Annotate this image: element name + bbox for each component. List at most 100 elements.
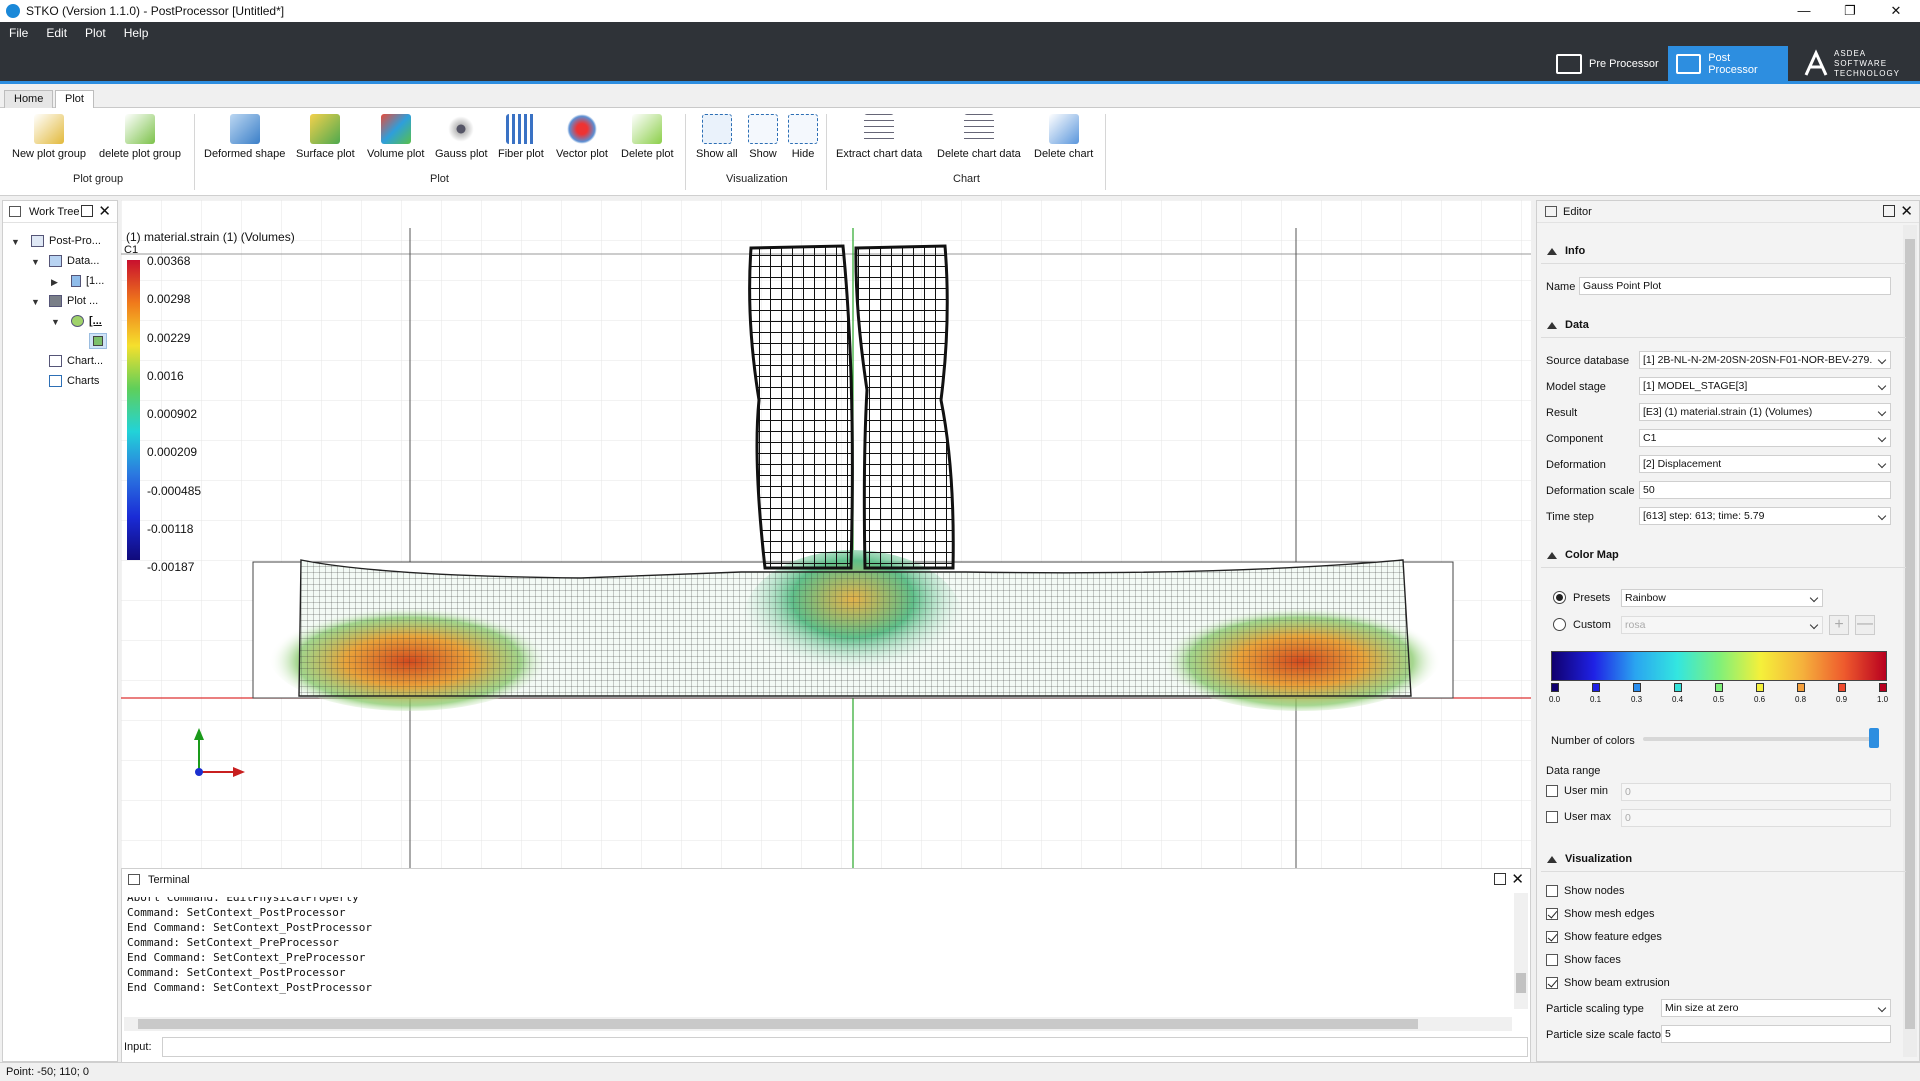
- source-database-select[interactable]: [1] 2B-NL-N-2M-20SN-20SN-F01-NOR-BEV-279…: [1639, 351, 1891, 369]
- show-beam-extrusion-checkbox[interactable]: Show beam extrusion: [1546, 977, 1670, 989]
- close-panel-icon[interactable]: ✕: [98, 201, 111, 223]
- add-colormap-button[interactable]: +: [1829, 615, 1849, 635]
- work-tree-panel: Work Tree ✕ ▼ Post-Pro... ▼ Data... ▶ [1…: [2, 200, 118, 1062]
- terminal-horizontal-scrollbar[interactable]: [124, 1017, 1512, 1031]
- show-nodes-checkbox[interactable]: Show nodes: [1546, 885, 1625, 897]
- extract-chart-data-button[interactable]: Extract chart data: [836, 114, 922, 160]
- user-min-input[interactable]: 0: [1621, 783, 1891, 801]
- tree-item-database-1[interactable]: [1...: [71, 275, 104, 287]
- colormap-stop-marker[interactable]: [1551, 683, 1559, 692]
- delete-chart-button[interactable]: Delete chart: [1034, 114, 1093, 160]
- tree-item-data[interactable]: Data...: [49, 255, 99, 267]
- brand-logo: ASDEA SOFTWARE TECHNOLOGY: [1802, 48, 1912, 80]
- close-window-button[interactable]: ✕: [1873, 0, 1919, 22]
- user-max-input[interactable]: 0: [1621, 809, 1891, 827]
- delete-plot-button[interactable]: Delete plot: [621, 114, 674, 160]
- expand-arrow-icon[interactable]: ▼: [51, 317, 60, 327]
- expand-arrow-icon[interactable]: ▼: [31, 297, 40, 307]
- float-panel-icon[interactable]: [81, 205, 93, 217]
- tree-item-post-processor[interactable]: Post-Pro...: [31, 235, 101, 247]
- show-all-button[interactable]: Show all: [696, 114, 738, 160]
- surface-plot-button[interactable]: Surface plot: [296, 114, 355, 160]
- tab-plot[interactable]: Plot: [55, 90, 94, 108]
- result-select[interactable]: [E3] (1) material.strain (1) (Volumes): [1639, 403, 1891, 421]
- component-select[interactable]: C1: [1639, 429, 1891, 447]
- close-panel-icon[interactable]: ✕: [1511, 869, 1524, 891]
- menu-plot[interactable]: Plot: [76, 26, 115, 40]
- particle-size-scale-input[interactable]: 5: [1661, 1025, 1891, 1043]
- fiber-plot-icon: [505, 114, 536, 144]
- tree-item-plot-group[interactable]: [...: [71, 315, 102, 327]
- show-button[interactable]: Show: [748, 114, 778, 160]
- particle-scaling-type-select[interactable]: Min size at zero: [1661, 999, 1891, 1017]
- model-stage-select[interactable]: [1] MODEL_STAGE[3]: [1639, 377, 1891, 395]
- post-processor-button[interactable]: Post Processor: [1668, 46, 1788, 82]
- fiber-plot-button[interactable]: Fiber plot: [498, 114, 544, 160]
- pre-processor-button[interactable]: Pre Processor: [1548, 46, 1667, 82]
- tree-item-plot[interactable]: Plot ...: [49, 295, 98, 307]
- tab-home[interactable]: Home: [4, 90, 54, 108]
- name-input[interactable]: Gauss Point Plot: [1579, 277, 1891, 295]
- close-panel-icon[interactable]: ✕: [1900, 201, 1913, 223]
- section-info[interactable]: Info: [1547, 245, 1585, 257]
- new-plot-group-button[interactable]: New plot group: [12, 114, 86, 160]
- colormap-tick-label: 0.9: [1836, 695, 1848, 704]
- colormap-stop-marker[interactable]: [1674, 683, 1682, 692]
- command-input[interactable]: [162, 1037, 1528, 1057]
- remove-colormap-button[interactable]: —: [1855, 615, 1875, 635]
- colormap-stop-marker[interactable]: [1715, 683, 1723, 692]
- section-data[interactable]: Data: [1547, 319, 1589, 331]
- float-panel-icon[interactable]: [1883, 205, 1895, 217]
- colormap-stop-marker[interactable]: [1756, 683, 1764, 692]
- user-max-checkbox[interactable]: User max: [1546, 811, 1611, 823]
- colormap-stop-marker[interactable]: [1879, 683, 1887, 692]
- deformation-select[interactable]: [2] Displacement: [1639, 455, 1891, 473]
- section-visualization[interactable]: Visualization: [1547, 853, 1632, 865]
- show-feature-edges-checkbox[interactable]: Show feature edges: [1546, 931, 1662, 943]
- expand-arrow-icon[interactable]: ▼: [31, 257, 40, 267]
- colormap-stop-marker[interactable]: [1592, 683, 1600, 692]
- maximize-button[interactable]: ❐: [1827, 0, 1873, 22]
- tree-item-charts[interactable]: Charts: [49, 375, 99, 387]
- colormap-stop-marker[interactable]: [1838, 683, 1846, 692]
- custom-select[interactable]: rosa: [1621, 616, 1823, 634]
- minimize-button[interactable]: —: [1781, 0, 1827, 22]
- terminal-vertical-scrollbar[interactable]: [1514, 893, 1528, 1009]
- menu-edit[interactable]: Edit: [37, 26, 76, 40]
- show-eye-icon: [748, 114, 778, 144]
- collapsed-arrow-icon[interactable]: ▶: [51, 277, 58, 288]
- float-panel-icon[interactable]: [1494, 873, 1506, 885]
- number-of-colors-slider[interactable]: [1643, 737, 1873, 741]
- show-faces-checkbox[interactable]: Show faces: [1546, 954, 1621, 966]
- expand-arrow-icon[interactable]: ▼: [11, 237, 20, 247]
- colormap-tick-label: 1.0: [1877, 695, 1889, 704]
- menu-help[interactable]: Help: [115, 26, 158, 40]
- model-canvas[interactable]: [121, 200, 1531, 868]
- menu-file[interactable]: File: [0, 26, 37, 40]
- presets-radio[interactable]: [1553, 591, 1566, 604]
- time-step-select[interactable]: [613] step: 613; time: 5.79: [1639, 507, 1891, 525]
- tree-item-gauss-plot-selected[interactable]: [89, 333, 107, 349]
- tree-item-chart-data[interactable]: Chart...: [49, 355, 103, 367]
- delete-chart-data-button[interactable]: Delete chart data: [937, 114, 1021, 160]
- custom-radio[interactable]: [1553, 618, 1566, 631]
- document-icon: [31, 235, 44, 247]
- show-mesh-edges-checkbox[interactable]: Show mesh edges: [1546, 908, 1655, 920]
- colormap-stop-marker[interactable]: [1797, 683, 1805, 692]
- vector-plot-button[interactable]: Vector plot: [556, 114, 608, 160]
- delete-plot-group-button[interactable]: delete plot group: [99, 114, 181, 160]
- user-min-checkbox[interactable]: User min: [1546, 785, 1608, 797]
- viewport-3d[interactable]: (1) material.strain (1) (Volumes) C1 0.0…: [121, 200, 1531, 868]
- colormap-stop-marker[interactable]: [1633, 683, 1641, 692]
- gauss-plot-button[interactable]: Gauss plot: [435, 114, 488, 160]
- editor-scrollbar[interactable]: [1903, 225, 1917, 1057]
- presets-select[interactable]: Rainbow: [1621, 589, 1823, 607]
- volume-plot-button[interactable]: Volume plot: [367, 114, 424, 160]
- asdea-logo-icon: [1804, 49, 1828, 76]
- number-of-colors-handle[interactable]: [1869, 728, 1879, 748]
- deformation-scale-input[interactable]: 50: [1639, 481, 1891, 499]
- name-label: Name: [1546, 281, 1576, 293]
- deformed-shape-button[interactable]: Deformed shape: [204, 114, 285, 160]
- section-color-map[interactable]: Color Map: [1547, 549, 1619, 561]
- hide-button[interactable]: Hide: [788, 114, 818, 160]
